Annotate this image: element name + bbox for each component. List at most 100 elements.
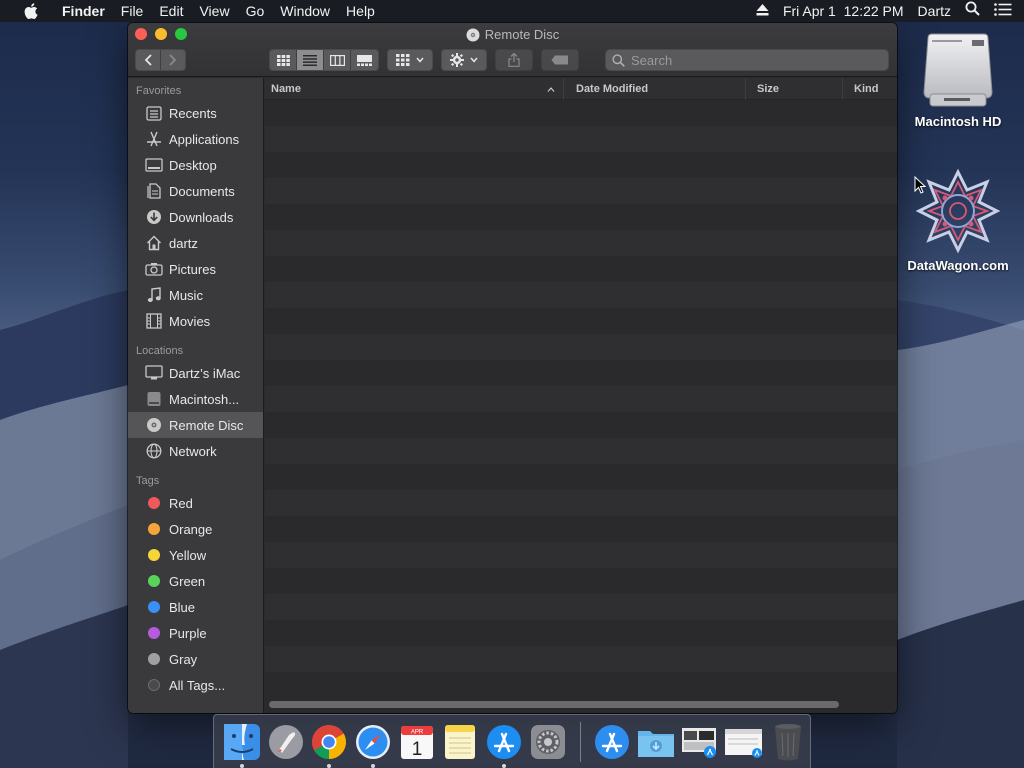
dock-item-document-stack[interactable] (724, 722, 764, 762)
desktop-icon-macintosh-hd[interactable]: Macintosh HD (899, 32, 1017, 129)
finder-window: Remote Disc Search Favorites Recents App… (128, 23, 897, 713)
sidebar-item-label: dartz (169, 235, 198, 251)
search-icon (612, 53, 625, 67)
column-header-name[interactable]: Name (265, 78, 564, 100)
desktop-icon (144, 157, 164, 173)
window-title: Remote Disc (128, 27, 897, 42)
sidebar-item-label: Desktop (169, 157, 217, 173)
sidebar-item-tag-orange[interactable]: Orange (128, 516, 263, 542)
empty-row (265, 360, 897, 386)
sidebar-item-pictures[interactable]: Pictures (128, 256, 263, 282)
columns-icon (329, 54, 345, 66)
finder-icon (223, 724, 260, 760)
all-tags-icon (148, 679, 160, 691)
list-view-button[interactable] (297, 50, 324, 70)
back-button[interactable] (136, 50, 161, 70)
trash-icon (775, 724, 802, 761)
window-menu[interactable]: Window (272, 0, 338, 22)
desktop-icon-label: Macintosh HD (914, 114, 1002, 129)
action-menu-button[interactable] (441, 49, 487, 71)
search-field[interactable] (605, 49, 889, 71)
dock-item-launchpad[interactable] (266, 722, 306, 762)
horizontal-scrollbar[interactable] (269, 701, 839, 708)
edit-tags-button[interactable] (541, 49, 579, 71)
sidebar-item-tag-blue[interactable]: Blue (128, 594, 263, 620)
list-icon (303, 54, 317, 66)
system-preferences-icon (530, 725, 565, 759)
go-menu[interactable]: Go (238, 0, 273, 22)
sidebar-item-music[interactable]: Music (128, 282, 263, 308)
dock-item-app-store[interactable] (484, 722, 524, 768)
dock-item-notes[interactable] (441, 722, 481, 762)
dock-item-calendar[interactable]: APR 1 (397, 722, 437, 762)
empty-row (265, 230, 897, 256)
column-view-button[interactable] (324, 50, 351, 70)
share-icon (508, 53, 520, 67)
eject-icon[interactable] (756, 0, 769, 22)
launchpad-icon (268, 725, 303, 759)
column-header-size[interactable]: Size (751, 78, 843, 100)
sidebar-item-home[interactable]: dartz (128, 230, 263, 256)
sidebar-item-tag-gray[interactable]: Gray (128, 646, 263, 672)
gear-icon (450, 53, 464, 67)
help-menu[interactable]: Help (338, 0, 383, 22)
file-list[interactable]: Name Date Modified Size Kind (265, 78, 897, 713)
sidebar-item-desktop[interactable]: Desktop (128, 152, 263, 178)
sidebar-item-all-tags[interactable]: All Tags... (128, 672, 263, 698)
dock-item-trash[interactable] (768, 722, 808, 762)
group-by-button[interactable] (387, 49, 433, 71)
calendar-icon: APR 1 (400, 726, 433, 760)
dock-item-downloads-folder[interactable] (636, 722, 676, 762)
sidebar-item-applications[interactable]: Applications (128, 126, 263, 152)
sidebar-item-remote-disc[interactable]: Remote Disc (128, 412, 263, 438)
sidebar-item-documents[interactable]: Documents (128, 178, 263, 204)
empty-row (265, 594, 897, 620)
search-input[interactable] (631, 52, 871, 68)
menubar-user[interactable]: Dartz (918, 0, 951, 22)
sidebar-item-tag-red[interactable]: Red (128, 490, 263, 516)
window-titlebar: Remote Disc (128, 23, 897, 77)
sidebar-item-label: Documents (169, 183, 235, 199)
notification-center-icon[interactable] (994, 0, 1012, 22)
gray-tag-icon (148, 653, 160, 665)
sidebar-item-tag-yellow[interactable]: Yellow (128, 542, 263, 568)
dock-item-chrome[interactable] (309, 722, 349, 768)
notes-icon (445, 725, 476, 759)
sidebar-item-movies[interactable]: Movies (128, 308, 263, 334)
sidebar-item-recents[interactable]: Recents (128, 100, 263, 126)
dock-item-applications-folder[interactable] (593, 722, 633, 762)
documents-icon (144, 183, 164, 199)
sidebar-item-downloads[interactable]: Downloads (128, 204, 263, 230)
view-menu[interactable]: View (191, 0, 237, 22)
dock-item-screenshot-stack[interactable] (680, 722, 720, 762)
datawagon-logo-icon (915, 168, 1001, 254)
sidebar-header-favorites: Favorites (136, 85, 182, 97)
column-header-date-modified[interactable]: Date Modified (570, 78, 746, 100)
gallery-view-button[interactable] (351, 50, 378, 70)
dock-item-safari[interactable] (353, 722, 393, 768)
forward-button[interactable] (161, 50, 185, 70)
edit-menu[interactable]: Edit (151, 0, 191, 22)
sidebar-item-tag-purple[interactable]: Purple (128, 620, 263, 646)
icon-view-button[interactable] (270, 50, 297, 70)
downloads-icon (144, 209, 164, 225)
sidebar-item-imac[interactable]: Dartz’s iMac (128, 360, 263, 386)
column-header-kind[interactable]: Kind (848, 78, 897, 100)
apple-menu-icon[interactable] (20, 3, 42, 19)
empty-row (265, 646, 897, 672)
sidebar-item-macintosh-hd[interactable]: Macintosh... (128, 386, 263, 412)
empty-row (265, 542, 897, 568)
spotlight-search-icon[interactable] (965, 0, 980, 22)
file-rows (265, 100, 897, 698)
sidebar-item-tag-green[interactable]: Green (128, 568, 263, 594)
empty-row (265, 204, 897, 230)
app-name-menu[interactable]: Finder (54, 0, 113, 22)
imac-icon (144, 365, 164, 381)
dock-item-system-preferences[interactable] (528, 722, 568, 762)
file-menu[interactable]: File (113, 0, 152, 22)
column-headers: Name Date Modified Size Kind (265, 78, 897, 100)
menubar-clock[interactable]: Fri Apr 1 12:22 PM (783, 0, 904, 22)
dock-item-finder[interactable] (222, 722, 262, 768)
share-button[interactable] (495, 49, 533, 71)
sidebar-item-network[interactable]: Network (128, 438, 263, 464)
